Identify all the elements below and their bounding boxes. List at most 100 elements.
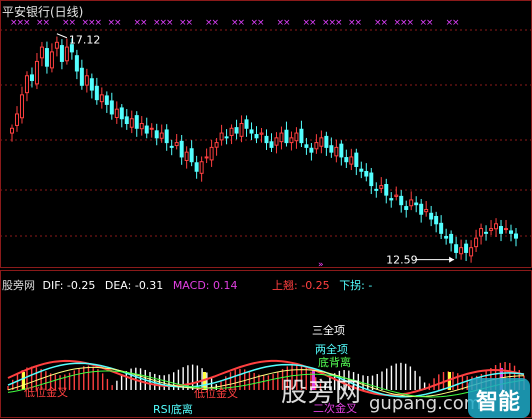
macd-value: 0.14 — [213, 279, 238, 292]
candle-body — [434, 215, 439, 225]
candle-body — [304, 144, 309, 148]
candle-body — [404, 206, 409, 210]
price-panel: ××× ×× ×× ××× ×× ×× ××× ×× ×× ×× ×× ×× ×× ××× ×× ×× ××× ×… — [0, 0, 532, 270]
candle-body — [119, 107, 124, 120]
signal-low-golden-cross: 低位金叉 — [24, 386, 68, 399]
candle-body — [14, 113, 19, 126]
candle-body — [254, 134, 259, 139]
down-label: 下拐: — [339, 279, 365, 292]
candle-body — [479, 228, 484, 237]
watermark-logo-text: 智能 — [476, 390, 521, 415]
candle-body — [444, 235, 449, 239]
chart-title: 平安银行(日线) — [2, 5, 84, 19]
candle-body — [249, 129, 254, 134]
candle-body — [84, 75, 89, 86]
candle-body — [239, 123, 244, 137]
dif-value: -0.25 — [66, 279, 96, 292]
candle-body — [509, 230, 514, 234]
watermark-text: 股旁网 — [281, 378, 363, 408]
top-marker: × — [114, 18, 122, 28]
candle-body — [149, 127, 154, 130]
candle-body — [484, 231, 489, 234]
candle-body — [259, 132, 264, 135]
top-marker: × — [283, 18, 291, 28]
candle-body — [319, 137, 324, 147]
watermark-logo: 智能 — [468, 378, 530, 418]
candle-body — [514, 233, 518, 239]
candle-body — [54, 41, 59, 49]
candle-body — [214, 142, 219, 148]
candle-body — [374, 188, 379, 191]
candle-body — [424, 208, 429, 213]
down-value: - — [368, 279, 373, 292]
source-label: 股旁网 — [2, 279, 35, 292]
top-marker: × — [186, 18, 194, 28]
candle-body — [369, 172, 374, 187]
candle-body — [104, 95, 109, 105]
candle-body — [364, 171, 369, 177]
candle-body — [294, 132, 299, 142]
top-marker: × — [335, 18, 343, 28]
candle-body — [499, 226, 504, 234]
candle-body — [154, 130, 159, 139]
top-marker: × — [212, 18, 220, 28]
candle-body — [144, 125, 149, 134]
top-marker: × — [407, 18, 415, 28]
top-marker: × — [309, 18, 317, 28]
candle-body — [59, 45, 64, 62]
signal-three-top: 三全项 — [312, 324, 345, 337]
candle-body — [399, 195, 404, 206]
candle-body — [379, 185, 384, 189]
candle-body — [124, 116, 129, 125]
candle-body — [194, 162, 199, 172]
candle-body — [204, 156, 209, 159]
top-marker: × — [257, 18, 265, 28]
updown-header: 上翘: -0.25 下拐: - — [272, 277, 372, 293]
top-marker: × — [452, 18, 460, 28]
candle-body — [89, 78, 94, 91]
candle-body — [29, 74, 34, 82]
signal-rsi-divergence: RSI底离 — [153, 403, 193, 416]
candle-body — [439, 222, 444, 234]
candle-body — [94, 85, 99, 101]
candle-body — [10, 127, 14, 134]
macd-label: MACD: — [172, 279, 210, 292]
candle-body — [44, 48, 49, 67]
signal-low-golden-cross-2: 低位金叉 — [194, 387, 238, 400]
candle-body — [459, 247, 464, 255]
candle-body — [234, 127, 239, 134]
candle-body — [184, 151, 189, 161]
candle-body — [24, 75, 29, 94]
up-value: -0.25 — [301, 279, 330, 292]
candle-body — [139, 123, 144, 130]
dea-label: DEA: — [104, 279, 132, 292]
top-marker: × — [166, 18, 174, 28]
candle-body — [314, 142, 319, 150]
candle-body — [159, 132, 164, 139]
candle-body — [74, 55, 79, 72]
candle-body — [179, 140, 184, 158]
candle-body — [429, 212, 434, 220]
top-marker: × — [140, 18, 148, 28]
high-label: 17.12 — [69, 34, 101, 47]
candle-body — [64, 46, 69, 62]
candle-body — [169, 145, 174, 148]
watermark-url: gupang.com — [369, 393, 482, 414]
candle-body — [134, 115, 139, 129]
candle-body — [284, 129, 289, 144]
signal-bottom-divergence: 底背离 — [318, 356, 351, 369]
candle-body — [464, 243, 469, 253]
candle-body — [79, 67, 84, 86]
candle-body — [324, 135, 329, 148]
candle-body — [474, 237, 479, 248]
candle-body — [409, 199, 414, 207]
candle-body — [189, 148, 194, 163]
dea-value: -0.31 — [134, 279, 164, 292]
candle-body — [99, 94, 104, 103]
candle-body — [209, 146, 214, 161]
candle-body — [329, 145, 334, 153]
candle-body — [414, 202, 419, 206]
top-marker: × — [355, 18, 363, 28]
candle-body — [334, 146, 339, 157]
candle-body — [489, 228, 494, 231]
